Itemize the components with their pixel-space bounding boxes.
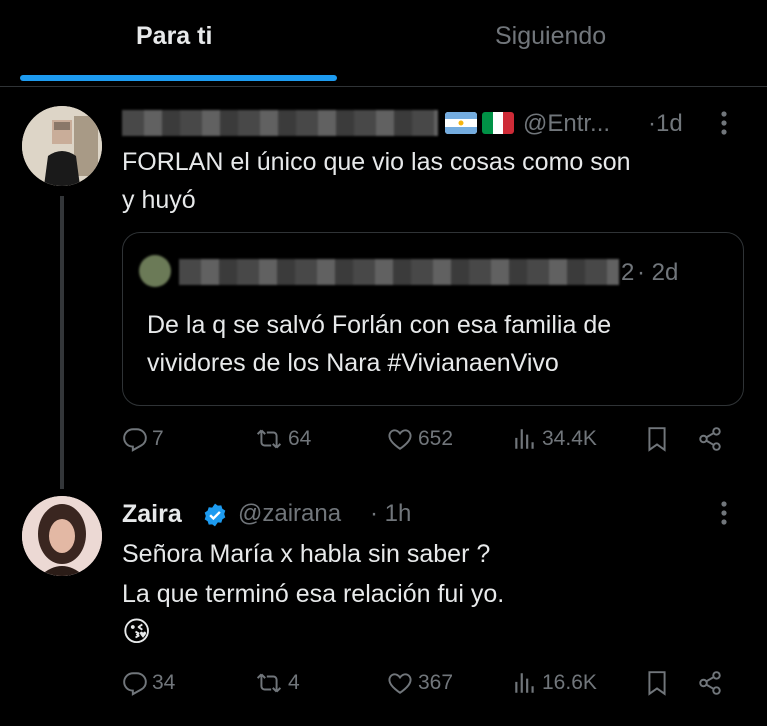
reply-count: 34 (152, 671, 176, 694)
flag-italy-icon (482, 112, 514, 134)
reply-button[interactable]: 7 (122, 426, 164, 452)
avatar-photo (22, 106, 102, 186)
more-icon[interactable] (720, 110, 728, 141)
quoted-time: · 2d (637, 259, 679, 286)
share-button[interactable] (696, 426, 724, 452)
timeline-tabs: Para ti Siguiendo (0, 0, 767, 87)
quoted-text-line-1: De la q se salvó Forlán con esa familia … (147, 311, 612, 339)
views-button[interactable]: 34.4K (512, 426, 597, 452)
post-text-line-1: FORLAN el único que vio las cosas como s… (122, 148, 631, 176)
bookmark-icon (648, 671, 666, 696)
post-actions: 7 64 652 34.4K (122, 426, 732, 460)
tab-for-you[interactable]: Para ti (136, 22, 212, 51)
post-emoji: 😘 (122, 616, 152, 647)
quoted-text-line-2: vividores de los Nara #VivianaenVivo (147, 349, 559, 377)
flag-argentina-icon (445, 112, 477, 134)
share-button[interactable] (696, 670, 724, 696)
post-time[interactable]: · 1h (370, 500, 411, 528)
reply-icon (123, 672, 147, 696)
like-button[interactable]: 652 (386, 426, 453, 452)
display-name[interactable]: Zaira (122, 500, 182, 529)
like-button[interactable]: 367 (386, 670, 453, 696)
repost-button[interactable]: 64 (254, 426, 311, 452)
active-tab-indicator (20, 75, 337, 81)
repost-button[interactable]: 4 (254, 670, 300, 696)
quoted-handle-end: 2 (621, 259, 635, 286)
reply-button[interactable]: 34 (122, 670, 175, 696)
repost-icon (256, 429, 282, 449)
like-count: 367 (418, 671, 454, 694)
bookmark-button[interactable] (646, 426, 668, 452)
views-count: 34.4K (542, 427, 597, 450)
bookmark-icon (648, 427, 666, 452)
bookmark-button[interactable] (646, 670, 668, 696)
like-count: 652 (418, 427, 454, 450)
blurred-display-name (179, 259, 619, 285)
user-handle[interactable]: @zairana (238, 500, 341, 528)
repost-count: 4 (288, 671, 300, 694)
like-icon (388, 429, 412, 450)
avatar-photo (22, 496, 102, 576)
reply-count: 7 (152, 427, 164, 450)
share-icon (699, 671, 721, 695)
post-text-line-1: Señora María x habla sin saber ? (122, 540, 491, 568)
repost-icon (256, 673, 282, 693)
reply-icon (123, 428, 147, 452)
avatar (139, 255, 171, 287)
thread-line (60, 196, 64, 489)
blurred-display-name[interactable] (122, 110, 438, 136)
quoted-post[interactable]: 2 · 2d De la q se salvó Forlán con esa f… (122, 232, 744, 406)
like-icon (388, 673, 412, 694)
views-icon (515, 673, 534, 693)
post-text-line-2: y huyó (122, 186, 196, 214)
share-icon (699, 427, 721, 451)
repost-count: 64 (288, 427, 312, 450)
post-time[interactable]: ·1d (648, 110, 683, 138)
user-handle[interactable]: @Entr... (523, 110, 610, 138)
views-icon (515, 429, 534, 449)
post-actions: 34 4 367 16.6K (122, 670, 732, 704)
views-button[interactable]: 16.6K (512, 670, 597, 696)
avatar[interactable] (22, 106, 102, 186)
views-count: 16.6K (542, 671, 597, 694)
tab-following[interactable]: Siguiendo (495, 22, 606, 51)
avatar[interactable] (22, 496, 102, 576)
more-icon[interactable] (720, 500, 728, 531)
verified-icon (202, 502, 228, 533)
post-text-line-2: La que terminó esa relación fui yo. (122, 580, 505, 608)
